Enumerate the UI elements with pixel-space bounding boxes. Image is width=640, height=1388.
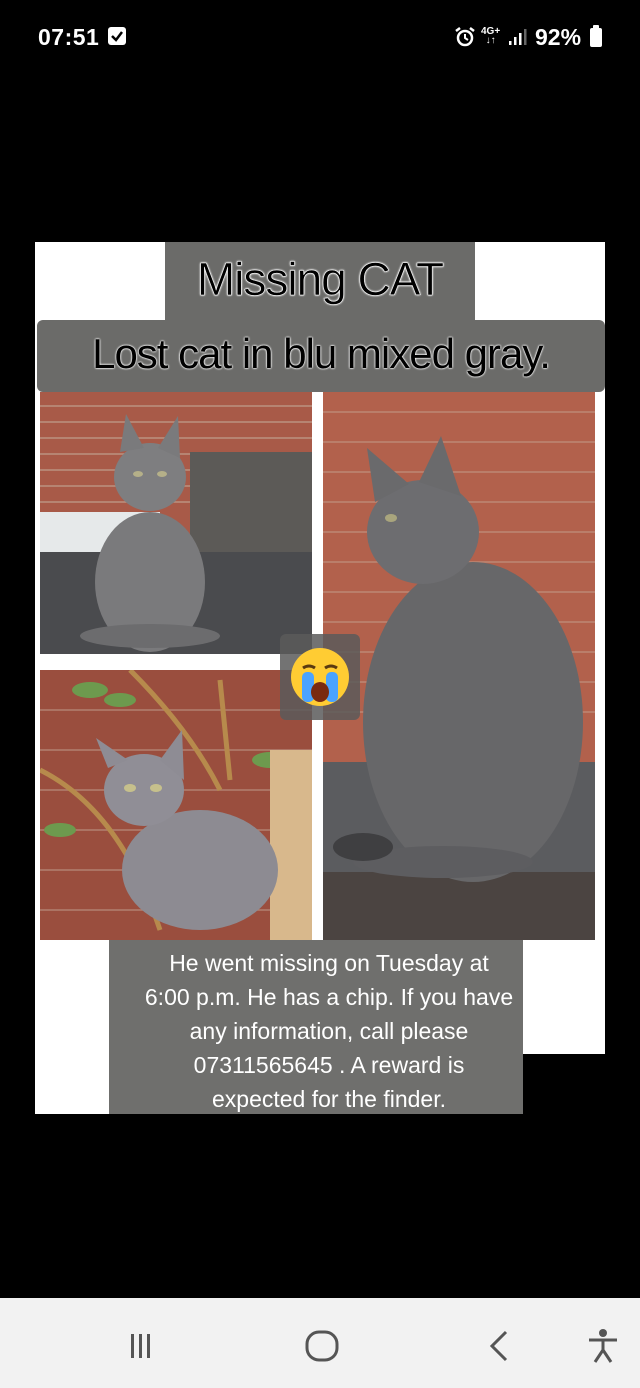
recent-apps-icon[interactable] [118,1326,168,1366]
cat-photo-sitting-side [323,392,595,940]
alarm-icon [454,26,476,53]
back-icon[interactable] [474,1326,524,1366]
info-line: expected for the finder. [212,1086,446,1112]
info-line: any information, call please [189,1018,469,1044]
emoji-badge [280,634,360,720]
poster-title-box: Missing CAT [165,242,475,326]
poster-subtitle-box: Lost cat in blu mixed gray. [37,320,605,392]
poster-subtitle: Lost cat in blu mixed gray. [92,330,551,377]
network-type-icon: 4G+ ↓↑ [481,26,501,46]
network-label: 4G+ [481,26,501,37]
info-line: He went missing on Tuesday at [169,950,489,976]
battery-icon [590,25,602,47]
accessibility-icon[interactable] [578,1326,628,1366]
home-icon[interactable] [297,1326,347,1366]
checkbox-notification-icon [108,27,126,45]
info-text: He went missing on Tuesday at 6:00 p.m. … [109,946,549,1114]
poster-corner-shadow [523,1054,605,1114]
poster-title: Missing CAT [196,253,445,306]
crying-face-icon [291,648,349,706]
status-bar: 07:51 4G+ ↓↑ 92% [0,0,640,76]
info-text-box: He went missing on Tuesday at 6:00 p.m. … [109,940,523,1114]
navigation-bar [0,1298,640,1388]
info-line: 6:00 p.m. He has a chip. If you have [144,984,514,1010]
status-time: 07:51 [38,24,100,50]
battery-percent: 92% [535,24,582,50]
signal-strength-icon [508,28,528,51]
cat-photo-sitting-front [40,392,312,654]
cat-photo-among-plants [40,670,312,940]
missing-cat-poster: Missing CAT Lost cat in blu mixed gray. … [35,242,605,1114]
info-line: 07311565645 . A reward is [193,1052,465,1078]
